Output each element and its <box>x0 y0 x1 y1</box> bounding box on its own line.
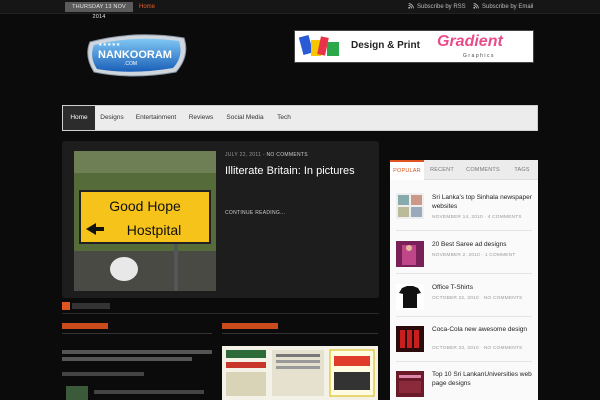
item-divider <box>396 230 532 231</box>
popular-thumbnail[interactable] <box>396 326 424 352</box>
banner-brand: Gradient <box>437 33 503 50</box>
item-divider <box>396 316 532 317</box>
newspaper-image[interactable] <box>222 346 378 400</box>
post-title-placeholder[interactable] <box>94 390 204 394</box>
banner-graphic <box>299 35 339 56</box>
popular-item-title[interactable]: Coca-Cola new awesome design <box>432 326 532 335</box>
popular-item-meta: OCTOBER 22, 2010 · NO COMMENTS <box>432 296 523 301</box>
sidebar-widget: POPULAR RECENT COMMENTS TAGS Sri Lanka's… <box>390 160 538 400</box>
featured-image[interactable]: Good Hope Hostpital <box>74 151 216 291</box>
rss-icon <box>408 3 414 9</box>
date-badge: THURSDAY 13 NOV 2014 <box>65 2 133 20</box>
popular-item-date: OCTOBER 23, 2010 <box>432 346 479 351</box>
section-divider <box>62 313 379 314</box>
sidebar-tabs: POPULAR RECENT COMMENTS TAGS <box>390 160 538 180</box>
popular-item-comments[interactable]: 4 COMMENTS <box>488 215 522 220</box>
banner-ad[interactable]: Design & Print Gradient Graphics <box>294 30 534 63</box>
popular-item-title[interactable]: Sri Lanka's top Sinhala newspaper websit… <box>432 194 532 211</box>
rss-icon <box>473 3 479 9</box>
post-title-placeholder[interactable] <box>62 357 192 361</box>
nav-item-home[interactable]: Home <box>63 106 95 130</box>
post-thumbnail[interactable] <box>66 386 88 400</box>
subscribe-rss-link[interactable]: Subscribe by RSS <box>408 2 466 12</box>
sign-line-2: Hostpital <box>127 222 181 238</box>
section-title-placeholder <box>72 303 110 309</box>
continue-reading-link[interactable]: CONTINUE READING... <box>225 210 285 216</box>
nav-item-reviews[interactable]: Reviews <box>184 106 218 130</box>
banner-sub: Graphics <box>463 53 496 59</box>
post-title-placeholder[interactable] <box>62 350 212 354</box>
popular-item-meta: NOVEMBER 14, 2010 · 4 COMMENTS <box>432 215 522 220</box>
popular-item-comments[interactable]: NO COMMENTS <box>484 296 523 301</box>
subscribe-email-link[interactable]: Subscribe by Email <box>473 2 533 12</box>
tab-comments[interactable]: COMMENTS <box>460 160 506 180</box>
popular-thumbnail[interactable] <box>396 193 424 219</box>
tab-tags[interactable]: TAGS <box>506 160 538 180</box>
popular-item-title[interactable]: 20 Best Saree ad designs <box>432 241 532 250</box>
svg-text:★★★★★: ★★★★★ <box>98 42 121 48</box>
featured-comments[interactable]: NO COMMENTS <box>267 152 308 158</box>
logo-sub: .COM <box>124 61 137 67</box>
featured-post: Good Hope Hostpital JULY 22, 2011 - NO C… <box>62 141 379 298</box>
top-bar: THURSDAY 13 NOV 2014 Home Subscribe by R… <box>0 0 600 20</box>
nav-item-social-media[interactable]: Social Media <box>221 106 269 130</box>
nav-item-designs[interactable]: Designs <box>96 106 128 130</box>
logo-text: NANKOORAM <box>98 49 172 61</box>
main-nav: Home Designs Entertainment Reviews Socia… <box>62 105 538 131</box>
item-divider <box>396 273 532 274</box>
popular-item-comments[interactable]: 1 COMMENT <box>485 253 516 258</box>
popular-item-date: OCTOBER 22, 2010 <box>432 296 479 301</box>
popular-item-date: NOVEMBER 2, 2010 <box>432 253 480 258</box>
column-rule-left <box>62 333 212 334</box>
nav-item-tech[interactable]: Tech <box>271 106 297 130</box>
popular-item-title[interactable]: Top 10 Sri LankanUniversities web page d… <box>432 371 532 388</box>
banner-text: Design & Print <box>351 40 420 51</box>
popular-item-title[interactable]: Office T-Shirts <box>432 284 532 293</box>
popular-thumbnail[interactable] <box>396 371 424 397</box>
subscribe-rss-label: Subscribe by RSS <box>417 4 466 10</box>
item-divider <box>396 361 532 362</box>
popular-thumbnail[interactable] <box>396 284 424 310</box>
top-home-link[interactable]: Home <box>139 2 155 12</box>
sign-line-1: Good Hope <box>109 198 181 214</box>
popular-item-meta: OCTOBER 23, 2010 · NO COMMENTS <box>432 346 523 351</box>
popular-thumbnail[interactable] <box>396 241 424 267</box>
column-heading-left[interactable] <box>62 323 108 329</box>
featured-date: JULY 22, 2011 <box>225 152 262 158</box>
tab-recent[interactable]: RECENT <box>424 160 460 180</box>
popular-item-date: NOVEMBER 14, 2010 <box>432 215 483 220</box>
section-icon <box>62 302 70 310</box>
popular-item-comments[interactable]: NO COMMENTS <box>484 346 523 351</box>
subscribe-email-label: Subscribe by Email <box>482 4 534 10</box>
site-logo[interactable]: ★★★★★ NANKOORAM .COM <box>84 32 190 78</box>
column-rule-right <box>222 333 378 334</box>
featured-meta: JULY 22, 2011 - NO COMMENTS <box>225 152 308 158</box>
nav-item-entertainment[interactable]: Entertainment <box>130 106 182 130</box>
featured-title[interactable]: Illiterate Britain: In pictures <box>225 165 355 177</box>
post-meta-placeholder <box>62 372 144 376</box>
tab-popular[interactable]: POPULAR <box>390 160 424 180</box>
popular-item-meta: NOVEMBER 2, 2010 · 1 COMMENT <box>432 253 516 258</box>
column-heading-right[interactable] <box>222 323 278 329</box>
